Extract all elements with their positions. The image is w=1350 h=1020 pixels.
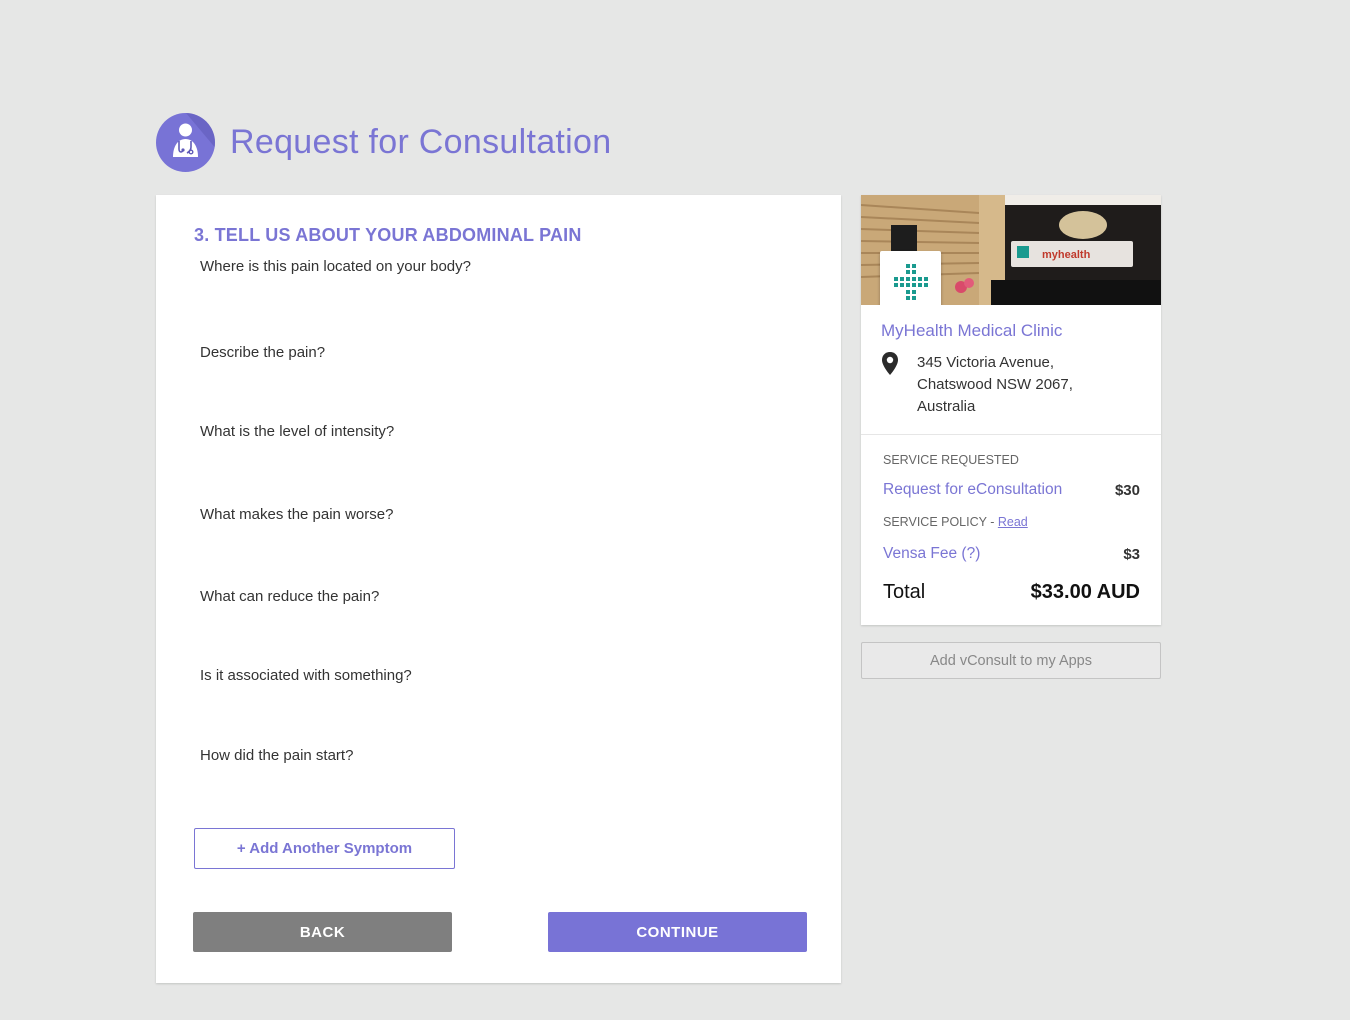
add-another-symptom-button[interactable]: + Add Another Symptom <box>194 828 455 869</box>
back-button[interactable]: BACK <box>193 912 452 952</box>
question-reduce-pain: What can reduce the pain? <box>200 588 380 605</box>
vensa-fee-label[interactable]: Vensa Fee (?) <box>883 545 980 563</box>
question-pain-location: Where is this pain located on your body? <box>200 258 471 275</box>
address-line-1: 345 Victoria Avenue, <box>917 354 1055 371</box>
service-price: $30 <box>1114 482 1140 499</box>
question-pain-worse: What makes the pain worse? <box>200 506 394 523</box>
question-intensity: What is the level of intensity? <box>200 423 395 440</box>
clinic-name[interactable]: MyHealth Medical Clinic <box>881 321 1062 341</box>
question-associated: Is it associated with something? <box>200 667 412 684</box>
doctor-icon <box>156 113 215 172</box>
section-title: 3. TELL US ABOUT YOUR ABDOMINAL PAIN <box>194 225 582 245</box>
service-requested-label: SERVICE REQUESTED <box>883 453 1019 467</box>
symptom-form-card: 3. TELL US ABOUT YOUR ABDOMINAL PAIN Whe… <box>156 195 841 983</box>
address-line-3: Australia <box>917 398 976 415</box>
total-value: $33.00 AUD <box>1030 581 1140 603</box>
service-policy-text: SERVICE POLICY - <box>883 515 998 529</box>
vensa-fee-price: $3 <box>1123 546 1140 563</box>
page-title: Request for Consultation <box>230 123 612 161</box>
photo-sign-text: myhealth <box>1042 249 1091 261</box>
map-pin-icon <box>882 352 898 375</box>
divider <box>861 434 1161 435</box>
page-header: Request for Consultation <box>156 113 611 172</box>
clinic-photo: myhealth <box>861 195 1161 305</box>
medical-cross-icon <box>893 263 928 300</box>
add-vconsult-to-apps-button[interactable]: Add vConsult to my Apps <box>861 642 1161 679</box>
clinic-logo <box>880 251 941 305</box>
service-name: Request for eConsultation <box>883 481 1063 498</box>
total-label: Total <box>883 581 926 603</box>
question-describe-pain: Describe the pain? <box>200 344 326 361</box>
address-line-2: Chatswood NSW 2067, <box>917 376 1073 393</box>
continue-button[interactable]: CONTINUE <box>548 912 807 952</box>
clinic-summary-card: myhealth MyHealth Medical Clinic 345 Vic… <box>861 195 1161 625</box>
clinic-address: 345 Victoria Avenue, Chatswood NSW 2067,… <box>917 352 1073 418</box>
service-policy-label: SERVICE POLICY - Read <box>883 515 1028 529</box>
question-pain-start: How did the pain start? <box>200 747 354 764</box>
service-policy-read-link[interactable]: Read <box>998 515 1028 529</box>
